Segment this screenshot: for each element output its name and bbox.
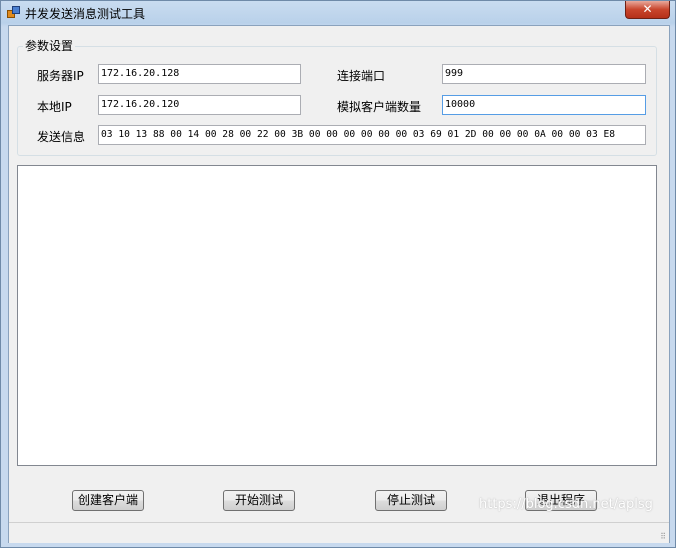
settings-group-title: 参数设置	[23, 37, 76, 54]
client-count-field[interactable]: 10000	[442, 95, 646, 115]
create-clients-button[interactable]: 创建客户端	[72, 490, 144, 511]
app-icon	[7, 6, 20, 18]
message-field[interactable]: 03 10 13 88 00 14 00 28 00 22 00 3B 00 0…	[98, 125, 646, 145]
local-ip-field[interactable]: 172.16.20.120	[98, 95, 301, 115]
window-title: 并发发送消息测试工具	[25, 7, 146, 21]
main-window: 并发发送消息测试工具 ✕ 参数设置 服务器IP 172.16.20.128 连接…	[0, 0, 676, 548]
status-bar: ⠿	[9, 522, 669, 543]
start-test-button[interactable]: 开始测试	[223, 490, 295, 511]
server-ip-field[interactable]: 172.16.20.128	[98, 64, 301, 84]
message-label: 发送信息	[37, 130, 86, 144]
client-count-label: 模拟客户端数量	[337, 100, 422, 114]
watermark-text: https://blog.csdn.net/aplsg	[479, 497, 653, 512]
local-ip-label: 本地IP	[37, 100, 72, 114]
close-button[interactable]: ✕	[625, 1, 670, 19]
port-label: 连接端口	[337, 69, 386, 83]
stop-test-button[interactable]: 停止测试	[375, 490, 447, 511]
server-ip-label: 服务器IP	[37, 69, 84, 83]
title-bar[interactable]: 并发发送消息测试工具 ✕	[1, 1, 675, 25]
port-field[interactable]: 999	[442, 64, 646, 84]
client-area: 参数设置 服务器IP 172.16.20.128 连接端口 999 本地IP 1…	[8, 25, 670, 543]
resize-grip-icon[interactable]: ⠿	[660, 533, 666, 541]
output-textbox[interactable]	[17, 165, 657, 466]
